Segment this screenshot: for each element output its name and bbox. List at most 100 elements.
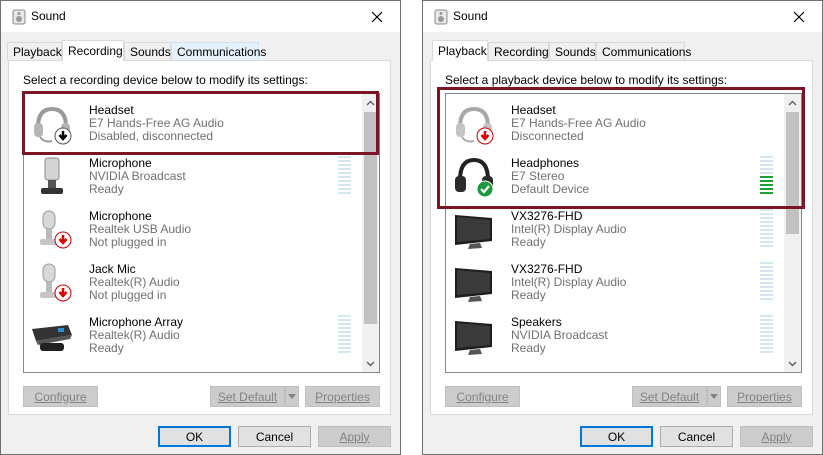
list-item[interactable]: Jack Mic Realtek(R) Audio Not plugged in <box>24 255 364 308</box>
chevron-down-icon <box>288 394 296 399</box>
list-item[interactable]: VX3276-FHD Intel(R) Display Audio Ready <box>446 255 786 308</box>
device-name: Headset <box>89 103 134 117</box>
properties-button[interactable]: Properties <box>727 386 802 407</box>
device-description: Intel(R) Display Audio <box>511 222 627 236</box>
list-item[interactable]: Microphone NVIDIA Broadcast Ready <box>24 149 364 202</box>
meter-bar <box>760 225 773 227</box>
device-description: Realtek(R) Audio <box>89 328 180 342</box>
meter-bar <box>338 319 351 321</box>
close-button[interactable] <box>776 1 822 32</box>
window-title: Sound <box>31 9 66 23</box>
set-default-dropdown[interactable] <box>285 386 299 407</box>
meter-bar <box>760 335 773 337</box>
meter-bar <box>338 335 351 337</box>
level-meter <box>760 156 773 196</box>
tab-playback[interactable]: Playback <box>432 40 488 61</box>
tab-sounds[interactable]: Sounds <box>549 42 596 60</box>
list-item[interactable]: Microphone Realtek USB Audio Not plugged… <box>24 202 364 255</box>
meter-bar <box>338 331 351 333</box>
device-description: E7 Hands-Free AG Audio <box>511 116 646 130</box>
microphone-unplugged-icon <box>40 263 72 302</box>
meter-bar <box>760 188 773 190</box>
meter-bar <box>760 266 773 268</box>
set-default-button[interactable]: Set Default <box>210 386 285 407</box>
tab-recording[interactable]: Recording <box>488 42 549 60</box>
meter-bar <box>338 347 351 349</box>
set-default-label: Set Default <box>217 389 278 404</box>
level-meter <box>760 315 773 355</box>
tab-sounds[interactable]: Sounds <box>124 42 171 60</box>
list-item[interactable]: Microphone Array Realtek(R) Audio Ready <box>24 308 364 361</box>
meter-bar <box>760 351 773 353</box>
list-item[interactable]: Headphones E7 Stereo Default Device <box>446 149 786 202</box>
scroll-thumb[interactable] <box>364 112 377 324</box>
meter-bar <box>760 339 773 341</box>
cancel-button[interactable]: Cancel <box>238 426 311 447</box>
ok-button[interactable]: OK <box>158 426 231 447</box>
instruction-text: Select a playback device below to modify… <box>445 73 728 87</box>
close-button[interactable] <box>354 1 400 32</box>
set-default-label: Set Default <box>639 389 700 404</box>
tab-recording[interactable]: Recording <box>62 40 124 61</box>
speaker-icon <box>12 9 26 25</box>
window-title: Sound <box>453 9 488 23</box>
headset-disabled-icon <box>34 106 72 145</box>
scroll-down-button[interactable] <box>362 355 379 372</box>
meter-bar <box>760 290 773 292</box>
close-icon <box>371 11 383 22</box>
close-icon <box>793 11 805 22</box>
properties-button[interactable]: Properties <box>305 386 380 407</box>
title-bar: Sound <box>423 1 822 32</box>
scroll-down-button[interactable] <box>784 355 801 372</box>
meter-bar <box>760 241 773 243</box>
meter-bar <box>338 315 351 317</box>
ok-button[interactable]: OK <box>580 426 653 447</box>
list-item[interactable]: Headset E7 Hands-Free AG Audio Disabled,… <box>24 96 364 149</box>
list-item[interactable]: Speakers NVIDIA Broadcast Ready <box>446 308 786 361</box>
speaker-icon <box>434 9 448 25</box>
tab-communications[interactable]: Communications <box>596 42 691 60</box>
meter-bar <box>760 270 773 272</box>
configure-label: Configure <box>34 389 87 404</box>
device-description: NVIDIA Broadcast <box>511 328 608 342</box>
apply-button[interactable]: Apply <box>318 426 391 447</box>
device-list[interactable]: Headset E7 Hands-Free AG Audio Disabled,… <box>23 93 380 373</box>
tab-playback[interactable]: Playback <box>7 42 62 60</box>
headset-disconnected-icon <box>456 106 494 145</box>
meter-bar <box>760 278 773 280</box>
level-meter <box>338 315 351 355</box>
apply-label: Apply <box>761 429 792 444</box>
scroll-up-button[interactable] <box>362 94 379 111</box>
device-list[interactable]: Headset E7 Hands-Free AG Audio Disconnec… <box>445 93 802 373</box>
vertical-scrollbar[interactable] <box>362 94 379 372</box>
tab-panel: Select a playback device below to modify… <box>430 60 813 415</box>
microphone-unplugged-icon <box>40 210 72 249</box>
scroll-up-button[interactable] <box>784 94 801 111</box>
monitor-icon <box>455 215 492 249</box>
device-status: Disabled, disconnected <box>89 129 214 143</box>
meter-bar <box>760 168 773 170</box>
playback-sound-window: Sound Playback Recording Sounds Communic… <box>422 0 823 455</box>
cancel-button[interactable]: Cancel <box>660 426 733 447</box>
list-item[interactable]: Headset E7 Hands-Free AG Audio Disconnec… <box>446 96 786 149</box>
set-default-button[interactable]: Set Default <box>632 386 707 407</box>
configure-button[interactable]: Configure <box>445 386 520 407</box>
device-name: Speakers <box>511 315 562 329</box>
set-default-dropdown[interactable] <box>707 386 721 407</box>
apply-button[interactable]: Apply <box>740 426 813 447</box>
meter-bar <box>760 156 773 158</box>
meter-bar <box>338 327 351 329</box>
configure-button[interactable]: Configure <box>23 386 98 407</box>
device-description: E7 Hands-Free AG Audio <box>89 116 224 130</box>
meter-bar <box>760 331 773 333</box>
device-name: Jack Mic <box>89 262 136 276</box>
list-item[interactable]: VX3276-FHD Intel(R) Display Audio Ready <box>446 202 786 255</box>
device-status: Not plugged in <box>89 288 167 302</box>
scroll-thumb[interactable] <box>786 112 799 234</box>
device-status: Not plugged in <box>89 235 167 249</box>
meter-bar <box>760 315 773 317</box>
vertical-scrollbar[interactable] <box>784 94 801 372</box>
tab-communications[interactable]: Communications <box>171 42 266 60</box>
device-status: Ready <box>89 182 124 196</box>
device-status: Ready <box>511 288 546 302</box>
